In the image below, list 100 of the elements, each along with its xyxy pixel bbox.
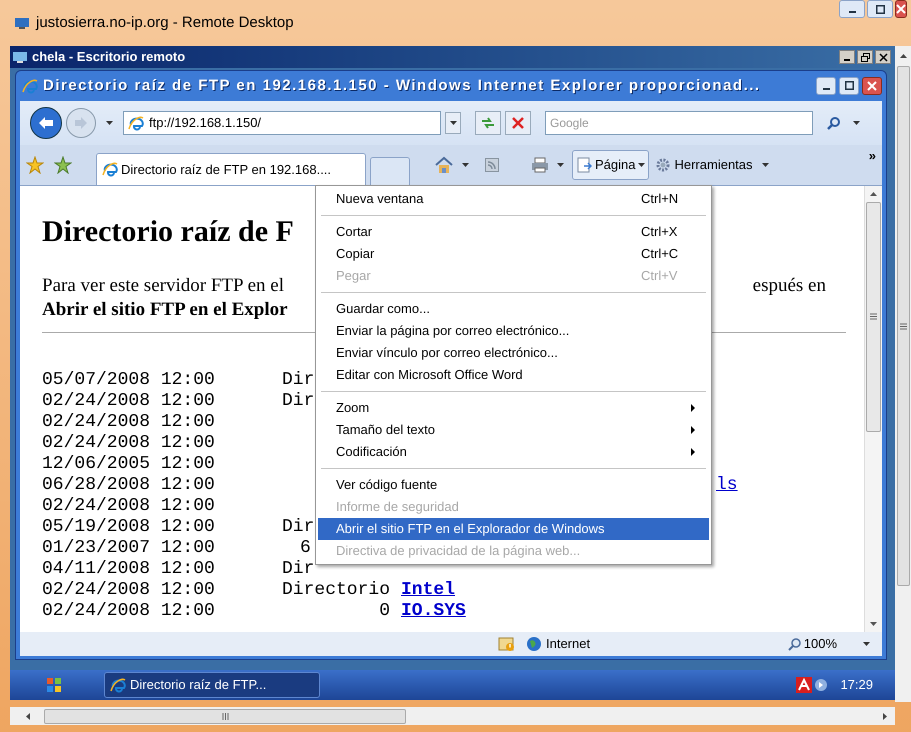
home-icon [434,156,454,174]
close-button[interactable] [875,50,891,64]
menu-item[interactable]: Codificación [318,441,709,463]
scroll-left-icon[interactable] [26,712,30,720]
minimize-icon [844,59,850,61]
menu-item[interactable]: Editar con Microsoft Office Word [318,364,709,386]
back-arrow-icon [38,116,54,130]
add-favorite-star-icon[interactable] [54,156,72,174]
caret-icon [462,162,469,167]
file-link[interactable]: ls [716,472,738,499]
minimize-icon [848,11,856,13]
maximize-button[interactable] [839,76,859,95]
page-menu-button[interactable]: Página [572,150,650,180]
scroll-down-icon[interactable] [870,622,877,626]
scrollbar-thumb[interactable] [866,202,881,432]
maximize-icon [844,81,854,90]
home-button[interactable] [434,156,469,174]
start-button[interactable] [44,675,64,695]
listing-size: 0 [379,600,390,621]
page-heading: Directorio raíz de F [42,214,294,250]
listing-size: 6 [300,538,311,558]
close-button[interactable] [895,0,907,18]
maximize-button[interactable] [867,0,893,18]
caret-icon [762,162,769,167]
grip-icon [900,322,906,330]
listing-date: 02/24/2008 12:00 [42,432,216,455]
speaker-tray-icon[interactable] [814,678,828,692]
listing-date: 04/11/2008 12:00 [42,558,216,581]
feeds-button[interactable] [485,158,499,172]
menu-item[interactable]: Guardar como... [318,298,709,320]
search-field[interactable]: Google [545,110,813,135]
scrollbar[interactable] [864,186,882,632]
listing-type: Dir [282,370,314,390]
menu-item[interactable]: Enviar la página por correo electrónico... [318,320,709,342]
menu-item[interactable]: Tamaño del texto [318,419,709,441]
listing-type: Dir [282,390,314,411]
ie-page-icon [102,161,118,178]
file-link[interactable]: IO.SYS [401,600,466,621]
caret-icon[interactable] [863,642,870,646]
globe-icon [526,636,542,652]
menu-item[interactable]: Nueva ventana Ctrl+N [318,188,709,210]
minimize-button[interactable] [839,0,865,18]
antivirus-tray-icon[interactable] [796,677,812,693]
listing-type: Dir [282,558,314,579]
paragraph-text: espués en [752,274,826,298]
toolbar-overflow-button[interactable]: » [868,148,876,163]
scroll-up-icon[interactable] [900,54,906,58]
scrollbar-thumb[interactable] [44,708,406,724]
file-link[interactable]: Intel [401,580,456,600]
bold-instruction-text: Abrir el sitio FTP en el Explor [42,298,288,322]
refresh-button[interactable] [475,110,501,135]
taskbar-button[interactable]: Directorio raíz de FTP... [104,672,320,698]
tools-menu-button[interactable]: Herramientas [653,150,771,180]
caret-icon [450,120,456,125]
address-field[interactable]: ftp://192.168.1.150/ [123,110,441,135]
browser-tab[interactable]: Directorio raíz de FTP en 192.168.... [96,152,366,185]
menu-item[interactable]: Ver código fuente [318,474,709,496]
grip-icon [870,313,877,320]
caret-icon[interactable] [106,120,113,125]
menu-item[interactable]: Zoom [318,397,709,419]
listing-type: Directorio [282,580,390,600]
scrollbar[interactable] [10,707,895,725]
ie-page-icon [128,114,144,131]
minimize-icon [822,88,830,90]
page-icon [576,156,592,173]
listing-date: 02/24/2008 12:00 [42,410,216,434]
menu-item[interactable]: Abrir el sitio FTP en el Explorador de Windows [318,518,709,540]
remote-desktop-icon [12,50,28,64]
scroll-right-icon[interactable] [883,712,887,720]
menu-item[interactable]: Cortar Ctrl+X [318,221,709,243]
scrollbar[interactable] [895,46,911,702]
printer-icon [531,156,549,173]
ie-logo-icon [110,677,126,693]
zone-label: Internet [546,635,590,654]
caret-icon [638,162,646,167]
favorites-star-icon[interactable] [26,156,44,174]
stop-button[interactable] [505,110,531,135]
zoom-button[interactable]: 100% [788,634,837,654]
close-button[interactable] [862,76,882,95]
menu-item[interactable]: Copiar Ctrl+C [318,243,709,265]
window-title: justosierra.no-ip.org - Remote Desktop [36,12,294,33]
scrollbar-thumb[interactable] [896,66,910,586]
paragraph-text: Para ver este servidor FTP en el [42,274,284,298]
ie-logo-icon [22,78,38,94]
scroll-up-icon[interactable] [870,192,877,196]
gear-icon [655,156,672,173]
close-icon [878,52,888,62]
back-button[interactable] [30,106,62,139]
menu-item[interactable]: Enviar vínculo por correo electrónico... [318,342,709,364]
print-button[interactable] [531,156,564,173]
restore-button[interactable] [857,50,873,64]
window-title: Directorio raíz de FTP en 192.168.1.150 - Windows Internet Explorer proporcionad... [43,76,761,96]
dropdown-button[interactable] [445,112,461,134]
minimize-button[interactable] [839,50,855,64]
minimize-button[interactable] [816,76,836,95]
search-icon [827,116,841,130]
listing-date: 05/07/2008 12:00 [42,368,216,392]
listing-date: 02/24/2008 12:00 [42,600,216,623]
listing-date: 01/23/2007 12:00 [42,536,216,560]
window-title: chela - Escritorio remoto [32,48,186,66]
